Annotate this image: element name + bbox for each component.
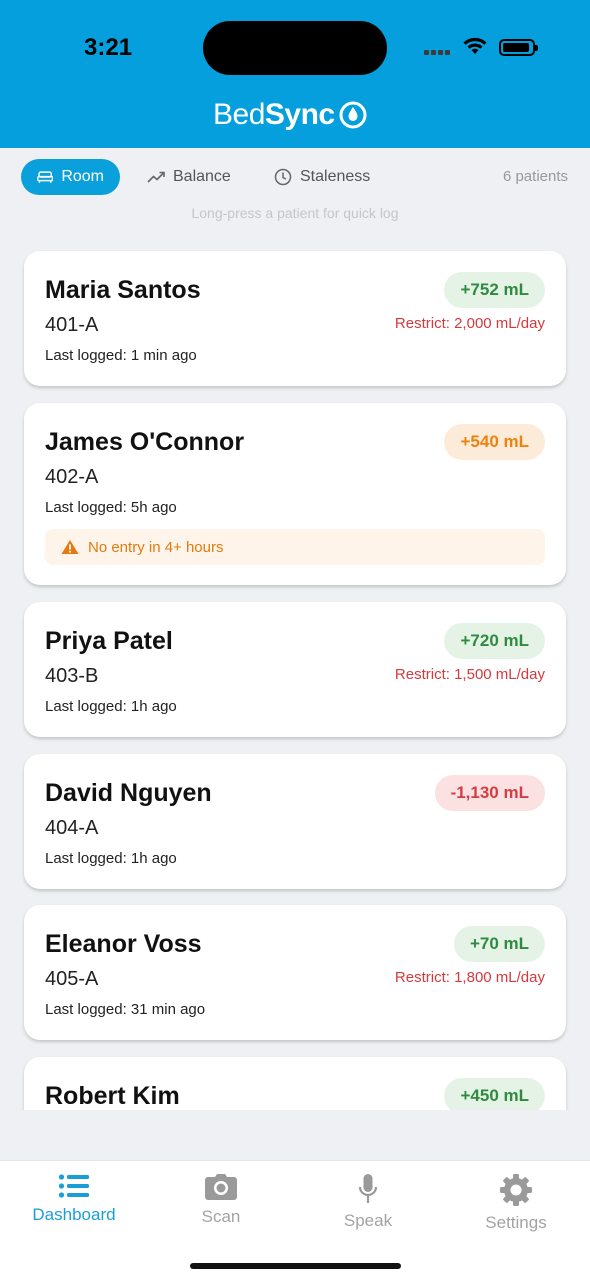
filter-bar: Room Balance Staleness 6 patients	[0, 150, 590, 204]
filter-staleness-button[interactable]: Staleness	[274, 159, 370, 195]
patient-name: Priya Patel	[45, 627, 173, 655]
tab-settings-label: Settings	[485, 1213, 547, 1232]
trend-up-icon	[147, 171, 165, 183]
balance-badge: +720 mL	[444, 623, 545, 659]
balance-badge: +70 mL	[453, 926, 545, 962]
patient-card[interactable]: Robert Kim +450 mL	[24, 1057, 566, 1110]
balance-badge: +450 mL	[444, 1078, 545, 1110]
patient-card[interactable]: Priya Patel 403-B Last logged: 1h ago +7…	[24, 602, 566, 737]
fluid-restriction: Restrict: 2,000 mL/day	[394, 315, 545, 332]
patient-room: 403-B	[45, 665, 99, 687]
tab-dashboard-label: Dashboard	[32, 1205, 116, 1224]
filter-balance-button[interactable]: Balance	[147, 159, 231, 195]
patient-name: Maria Santos	[45, 276, 201, 304]
cellular-signal-icon	[424, 50, 454, 56]
tab-scan[interactable]: Scan	[147, 1173, 295, 1227]
tab-speak[interactable]: Speak	[294, 1173, 442, 1231]
balance-badge: +540 mL	[444, 424, 545, 460]
patient-room: 401-A	[45, 314, 99, 336]
tab-scan-label: Scan	[201, 1207, 241, 1226]
stale-warning-text: No entry in 4+ hours	[88, 538, 224, 556]
tab-speak-label: Speak	[343, 1211, 393, 1230]
patient-name: David Nguyen	[45, 779, 212, 807]
filter-room-label: Room	[61, 168, 104, 185]
patient-count: 6 patients	[502, 168, 568, 185]
filter-balance-label: Balance	[173, 168, 231, 185]
status-time: 3:21	[84, 34, 133, 61]
last-logged: Last logged: 5h ago	[45, 499, 177, 516]
app-logo: Bed Sync	[213, 98, 367, 132]
quick-log-hint: Long-press a patient for quick log	[191, 205, 399, 221]
dynamic-island	[203, 21, 387, 75]
last-logged: Last logged: 31 min ago	[45, 1001, 206, 1018]
fluid-restriction: Restrict: 1,500 mL/day	[394, 666, 545, 683]
home-indicator	[190, 1263, 401, 1269]
fluid-restriction: Restrict: 1,800 mL/day	[394, 969, 545, 986]
tab-settings[interactable]: Settings	[442, 1173, 590, 1233]
warning-icon	[61, 540, 79, 554]
patient-list: Maria Santos 401-A Last logged: 1 min ag…	[0, 240, 590, 1110]
filter-staleness-label: Staleness	[300, 168, 371, 185]
balance-badge: +752 mL	[444, 272, 545, 308]
list-icon	[58, 1174, 89, 1198]
last-logged: Last logged: 1h ago	[45, 850, 177, 867]
last-logged: Last logged: 1h ago	[45, 698, 177, 715]
stale-warning: No entry in 4+ hours	[45, 529, 545, 565]
patient-card[interactable]: James O'Connor 402-A Last logged: 5h ago…	[24, 403, 566, 585]
patient-name: Eleanor Voss	[45, 930, 202, 958]
filter-room-button[interactable]: Room	[21, 159, 120, 195]
patient-room: 405-A	[45, 968, 99, 990]
patient-name: James O'Connor	[45, 428, 245, 456]
logo-text-bold: Sync	[264, 98, 335, 131]
clock-icon	[274, 168, 292, 186]
last-logged: Last logged: 1 min ago	[45, 347, 197, 364]
gear-icon	[500, 1174, 532, 1206]
camera-icon	[205, 1174, 237, 1200]
bed-icon	[37, 171, 54, 183]
wifi-icon	[463, 37, 487, 54]
logo-text-light: Bed	[213, 98, 265, 131]
balance-badge: -1,130 mL	[434, 775, 545, 811]
patient-card[interactable]: Maria Santos 401-A Last logged: 1 min ag…	[24, 251, 566, 386]
patient-card[interactable]: Eleanor Voss 405-A Last logged: 31 min a…	[24, 905, 566, 1040]
patient-room: 402-A	[45, 466, 99, 488]
tab-dashboard[interactable]: Dashboard	[0, 1173, 148, 1225]
app-header: 3:21 Bed Sync	[0, 0, 590, 148]
battery-icon	[499, 39, 538, 56]
patient-room: 404-A	[45, 817, 99, 839]
patient-name: Robert Kim	[45, 1082, 180, 1110]
patient-card[interactable]: David Nguyen 404-A Last logged: 1h ago -…	[24, 754, 566, 889]
water-drop-icon	[339, 101, 367, 129]
microphone-icon	[358, 1174, 378, 1203]
